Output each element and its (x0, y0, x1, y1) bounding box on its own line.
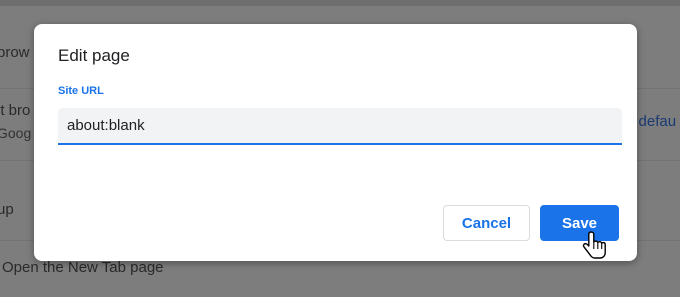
bg-setting-text-2: lt bro (0, 102, 31, 119)
edit-page-dialog: Edit page Site URL Cancel Save (34, 24, 637, 261)
hand-pointer-icon (582, 231, 606, 259)
bg-open-new-tab-option[interactable]: Open the New Tab page (2, 259, 164, 276)
settings-page-backdrop: brow lt bro Goog e defau up Open the New… (0, 0, 680, 297)
bg-setting-subtext-2: Goog (0, 125, 32, 141)
bg-setting-text-1: brow (0, 44, 30, 61)
top-bar (0, 0, 680, 6)
dialog-title: Edit page (58, 46, 130, 65)
cancel-button[interactable]: Cancel (443, 205, 530, 241)
site-url-input[interactable] (58, 108, 622, 145)
bg-on-startup-heading: up (0, 201, 14, 218)
site-url-label: Site URL (58, 85, 104, 97)
